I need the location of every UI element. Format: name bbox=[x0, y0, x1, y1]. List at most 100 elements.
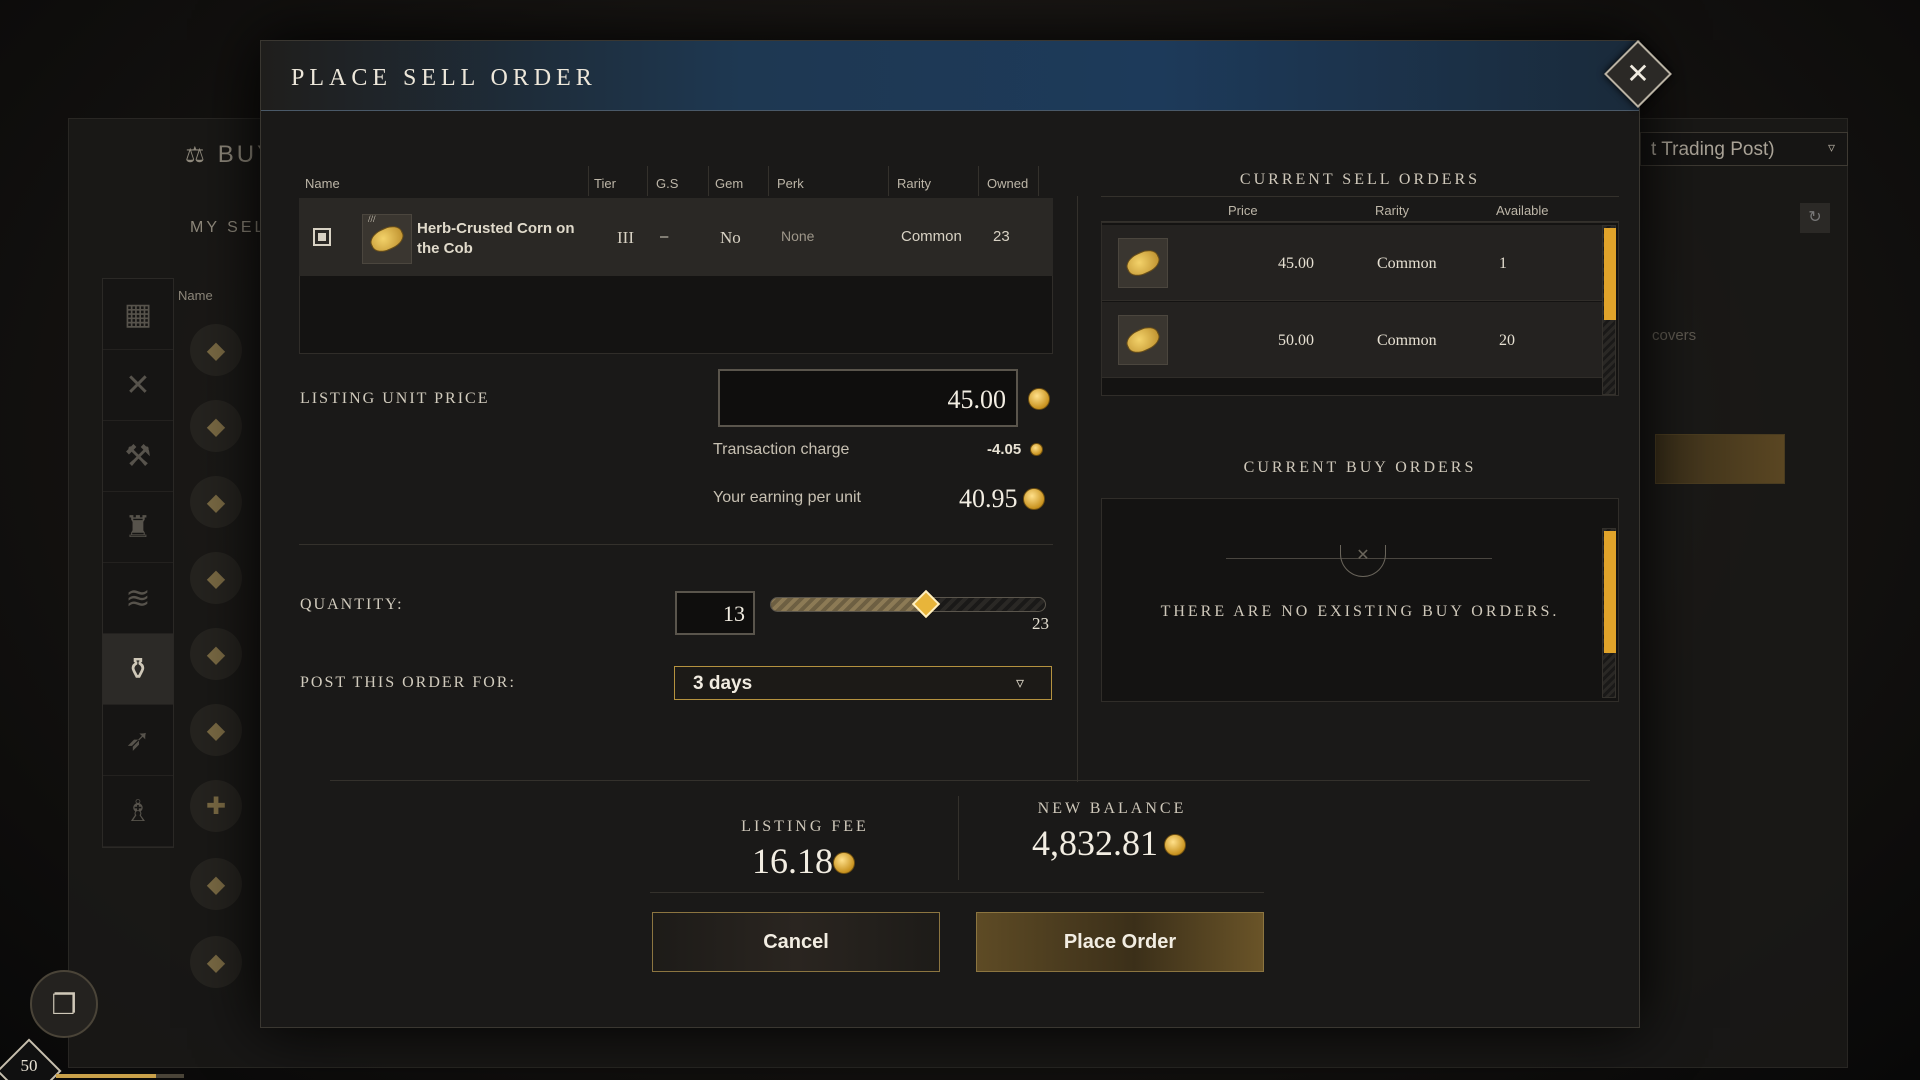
category-sidebar: ▦ ✕ ⚒ ♜ ≋ ⚱ ➶ ♗ bbox=[102, 278, 174, 848]
modal-title: PLACE SELL ORDER bbox=[291, 65, 597, 91]
coin-icon bbox=[1023, 488, 1045, 510]
current-sell-orders-title: CURRENT SELL ORDERS bbox=[1239, 171, 1481, 188]
order-rarity: Common bbox=[1377, 332, 1437, 349]
sell-orders-scrollbar[interactable] bbox=[1602, 225, 1616, 395]
background-item-icon: ◆ bbox=[190, 476, 242, 528]
header-gs: G.S bbox=[656, 176, 679, 191]
header-owned: Owned bbox=[987, 176, 1029, 191]
quantity-slider[interactable] bbox=[770, 597, 1046, 612]
item-perk: None bbox=[781, 228, 815, 244]
item-gs: – bbox=[660, 228, 669, 245]
item-table-header: Name Tier G.S Gem Perk Rarity Owned bbox=[305, 176, 1050, 198]
earning-label: Your earning per unit bbox=[713, 489, 861, 506]
background-item-icon: ◆ bbox=[190, 552, 242, 604]
no-buy-orders-message: THERE ARE NO EXISTING BUY ORDERS. bbox=[1160, 603, 1560, 620]
header-price: Price bbox=[1228, 203, 1258, 218]
refresh-icon[interactable]: ↻ bbox=[1800, 203, 1830, 233]
buy-orders-scrollbar[interactable] bbox=[1602, 528, 1616, 698]
new-balance-label: NEW BALANCE bbox=[1037, 800, 1187, 817]
listing-fee-label: LISTING FEE bbox=[741, 818, 869, 835]
background-item-icon: ◆ bbox=[190, 704, 242, 756]
coin-icon bbox=[833, 852, 855, 874]
resources-icon[interactable]: ≋ bbox=[103, 563, 173, 634]
background-item-icon: ◆ bbox=[190, 628, 242, 680]
header-tier: Tier bbox=[594, 176, 616, 191]
duration-selected: 3 days bbox=[693, 673, 753, 694]
corn-icon-shape bbox=[366, 221, 408, 257]
table-row[interactable]: 50.00 Common 20 bbox=[1102, 302, 1602, 378]
column-divider bbox=[647, 166, 648, 196]
background-item-icon: ◆ bbox=[190, 936, 242, 988]
xp-bar-fill bbox=[56, 1074, 156, 1078]
column-divider bbox=[588, 166, 589, 196]
listing-unit-price-label: LISTING UNIT PRICE bbox=[300, 390, 490, 407]
post-order-for-label: POST THIS ORDER FOR: bbox=[300, 674, 516, 691]
divider bbox=[330, 780, 1590, 781]
grid-icon[interactable]: ▦ bbox=[103, 279, 173, 350]
background-item-icon: ◆ bbox=[190, 400, 242, 452]
divider bbox=[650, 892, 1264, 893]
background-name-header: Name bbox=[178, 288, 213, 303]
item-checkbox[interactable] bbox=[313, 228, 331, 246]
item-name-line2: the Cob bbox=[417, 240, 473, 257]
corn-icon bbox=[1118, 315, 1168, 365]
tools-icon[interactable]: ⚒ bbox=[103, 421, 173, 492]
earning-value: 40.95 bbox=[959, 484, 1018, 513]
column-divider bbox=[708, 166, 709, 196]
chat-icon: ❐ bbox=[51, 988, 77, 1020]
level-value: 50 bbox=[20, 1056, 38, 1075]
cancel-button[interactable]: Cancel bbox=[652, 912, 940, 972]
divider bbox=[958, 796, 959, 880]
header-available: Available bbox=[1496, 203, 1549, 218]
furniture-icon[interactable]: ♗ bbox=[103, 776, 173, 847]
corn-icon-shape bbox=[1122, 322, 1164, 358]
consumables-icon[interactable]: ⚱ bbox=[103, 634, 173, 705]
chevron-down-icon: ▿ bbox=[1827, 139, 1835, 155]
transaction-charge-label: Transaction charge bbox=[713, 441, 850, 458]
column-divider bbox=[768, 166, 769, 196]
divider bbox=[299, 544, 1053, 545]
listing-unit-price-input[interactable]: 45.00 bbox=[718, 369, 1018, 427]
buy-orders-list bbox=[1101, 498, 1619, 702]
background-gold-button bbox=[1655, 434, 1785, 484]
item-rarity: Common bbox=[901, 228, 962, 245]
armor-icon[interactable]: ♜ bbox=[103, 492, 173, 563]
column-divider bbox=[1038, 166, 1039, 196]
quantity-label: QUANTITY: bbox=[300, 596, 404, 613]
scale-icon: ⚖ bbox=[185, 142, 208, 167]
close-icon[interactable]: ✕ bbox=[1622, 56, 1654, 92]
header-rarity: Rarity bbox=[897, 176, 931, 191]
trading-post-dropdown[interactable]: t Trading Post) ▿ bbox=[1640, 132, 1848, 166]
order-available: 20 bbox=[1499, 332, 1515, 349]
xp-bar bbox=[56, 1074, 184, 1078]
coin-icon bbox=[1030, 443, 1043, 456]
order-price: 50.00 bbox=[1278, 332, 1314, 349]
sell-orders-scroll-thumb[interactable] bbox=[1604, 228, 1616, 320]
quantity-input[interactable]: 13 bbox=[675, 591, 755, 635]
column-divider bbox=[978, 166, 979, 196]
new-balance-value: 4,832.81 bbox=[1032, 823, 1158, 863]
tier-mark: /// bbox=[368, 214, 376, 224]
background-covers-text: covers bbox=[1652, 327, 1697, 344]
chat-button[interactable]: ❐ bbox=[30, 970, 98, 1038]
buy-orders-scroll-thumb[interactable] bbox=[1604, 531, 1616, 653]
modal-header: PLACE SELL ORDER bbox=[261, 41, 1639, 111]
header-perk: Perk bbox=[777, 176, 804, 191]
chevron-down-icon: ▿ bbox=[1016, 675, 1025, 692]
item-name-line1: Herb-Crusted Corn on bbox=[417, 220, 575, 237]
weapons-icon[interactable]: ✕ bbox=[103, 350, 173, 421]
background-item-icon: ✚ bbox=[190, 780, 242, 832]
order-available: 1 bbox=[1499, 255, 1507, 272]
ammo-icon[interactable]: ➶ bbox=[103, 705, 173, 776]
duration-dropdown[interactable]: 3 days bbox=[674, 666, 1052, 700]
table-row[interactable]: 45.00 Common 1 bbox=[1102, 225, 1602, 301]
place-order-button[interactable]: Place Order bbox=[976, 912, 1264, 972]
item-name: Herb-Crusted Corn on the Cob bbox=[417, 219, 575, 259]
background-item-icon: ◆ bbox=[190, 324, 242, 376]
order-rarity: Common bbox=[1377, 255, 1437, 272]
item-tier: III bbox=[617, 228, 634, 247]
my-sell-orders-heading: MY SEL bbox=[190, 219, 267, 236]
coin-icon bbox=[1164, 834, 1186, 856]
corn-icon-shape bbox=[1122, 245, 1164, 281]
vertical-divider bbox=[1077, 196, 1078, 782]
